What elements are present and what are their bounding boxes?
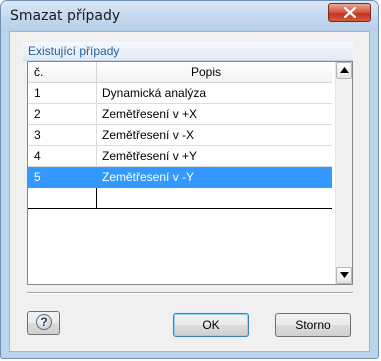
table-row[interactable]: 1 Dynamická analýza: [28, 83, 332, 104]
row-number: 5: [34, 170, 41, 184]
table-row[interactable]: 3 Zemětřesení v -X: [28, 125, 332, 146]
table-row[interactable]: 4 Zemětřesení v +Y: [28, 146, 332, 167]
close-button[interactable]: [328, 3, 371, 22]
table-row-empty[interactable]: [28, 188, 332, 209]
row-description: Zemětřesení v +X: [102, 107, 198, 121]
row-number: 4: [34, 149, 41, 163]
help-icon: ?: [36, 314, 52, 330]
column-header-number[interactable]: č.: [34, 65, 43, 79]
scroll-up-button[interactable]: [336, 62, 352, 79]
row-description: Zemětřesení v -Y: [102, 170, 195, 184]
column-header-description[interactable]: Popis: [191, 65, 221, 79]
dialog-window: Smazat případy Existující případy č. Pop…: [0, 0, 379, 359]
scroll-up-icon: [340, 67, 349, 73]
separator: [27, 292, 353, 294]
row-number: 3: [34, 128, 41, 142]
row-description: Dynamická analýza: [102, 86, 207, 100]
vertical-scrollbar[interactable]: [335, 62, 352, 284]
close-icon: [344, 7, 356, 18]
help-button[interactable]: ?: [27, 311, 60, 335]
row-number: 1: [34, 86, 41, 100]
scroll-down-icon: [340, 272, 349, 278]
table-row-selected[interactable]: 5 Zemětřesení v -Y: [28, 167, 332, 188]
ok-button[interactable]: OK: [173, 313, 249, 337]
row-description: Zemětřesení v -X: [102, 128, 195, 142]
table-row[interactable]: 2 Zemětřesení v +X: [28, 104, 332, 125]
scroll-down-button[interactable]: [336, 267, 352, 284]
window-title: Smazat případy: [10, 8, 121, 24]
group-label: Existující případy: [28, 44, 120, 58]
dialog-body: Existující případy č. Popis 1 Dynamická …: [9, 31, 370, 352]
row-description: Zemětřesení v +Y: [102, 149, 198, 163]
list-header: č. Popis: [28, 62, 332, 83]
row-number: 2: [34, 107, 41, 121]
title-bar[interactable]: Smazat případy: [1, 1, 378, 31]
cases-list[interactable]: č. Popis 1 Dynamická analýza 2 Zemětřese…: [27, 61, 353, 285]
group-header: Existující případy: [23, 42, 353, 61]
cancel-button[interactable]: Storno: [275, 313, 351, 337]
